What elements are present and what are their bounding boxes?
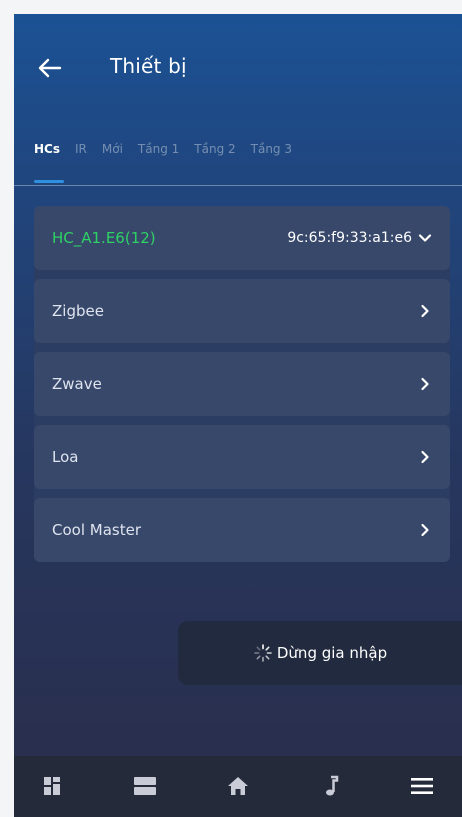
- tab-tang-2[interactable]: Tầng 2: [194, 142, 235, 172]
- tab-divider: [14, 185, 462, 186]
- nav-rooms[interactable]: [129, 772, 161, 800]
- chevron-right-icon: [421, 377, 429, 391]
- nav-menu[interactable]: [406, 772, 438, 800]
- home-icon: [228, 777, 248, 795]
- tab-tang-1[interactable]: Tầng 1: [138, 142, 179, 172]
- list-item-zwave[interactable]: Zwave: [34, 352, 450, 416]
- music-icon: [326, 775, 339, 796]
- hc-name: HC_A1.E6(12): [52, 229, 156, 247]
- chevron-right-icon: [421, 304, 429, 318]
- arrow-left-icon: [38, 58, 62, 78]
- list-item-label: Cool Master: [52, 521, 141, 539]
- list-item-label: Loa: [52, 448, 79, 466]
- nav-music[interactable]: [315, 772, 347, 800]
- header: Thiết bị: [14, 14, 462, 134]
- nav-home[interactable]: [222, 772, 254, 800]
- chevron-right-icon: [421, 450, 429, 464]
- list-item-label: Zwave: [52, 375, 102, 393]
- back-button[interactable]: [36, 54, 64, 82]
- tab-moi[interactable]: Mới: [102, 142, 123, 172]
- tab-tang-3[interactable]: Tầng 3: [251, 142, 292, 172]
- active-tab-indicator: [34, 180, 64, 183]
- hc-mac: 9c:65:f9:33:a1:e6: [287, 230, 412, 246]
- list-item-loa[interactable]: Loa: [34, 425, 450, 489]
- hc-selector[interactable]: HC_A1.E6(12) 9c:65:f9:33:a1:e6: [34, 206, 450, 270]
- nav-dashboard[interactable]: [36, 772, 68, 800]
- menu-icon: [411, 778, 433, 794]
- spinner-icon: [254, 644, 272, 662]
- list-item-label: Zigbee: [52, 302, 104, 320]
- chevron-right-icon: [421, 523, 429, 537]
- rooms-icon: [134, 777, 156, 795]
- list-item-cool-master[interactable]: Cool Master: [34, 498, 450, 562]
- tab-bar: HCs IR Mới Tầng 1 Tầng 2 Tầng 3: [34, 142, 307, 172]
- page-title: Thiết bị: [110, 54, 187, 78]
- device-panel: HC_A1.E6(12) 9c:65:f9:33:a1:e6 Zigbee Zw…: [34, 206, 450, 562]
- bottom-nav: [14, 756, 462, 817]
- chevron-down-icon: [418, 234, 432, 242]
- dashboard-icon: [44, 777, 60, 795]
- stop-join-label: Dừng gia nhập: [276, 644, 388, 662]
- app-screen: Thiết bị HCs IR Mới Tầng 1 Tầng 2 Tầng 3…: [14, 14, 462, 817]
- list-item-zigbee[interactable]: Zigbee: [34, 279, 450, 343]
- tab-ir[interactable]: IR: [75, 142, 87, 172]
- stop-join-button[interactable]: Dừng gia nhập: [178, 621, 462, 685]
- tab-hcs[interactable]: HCs: [34, 142, 60, 172]
